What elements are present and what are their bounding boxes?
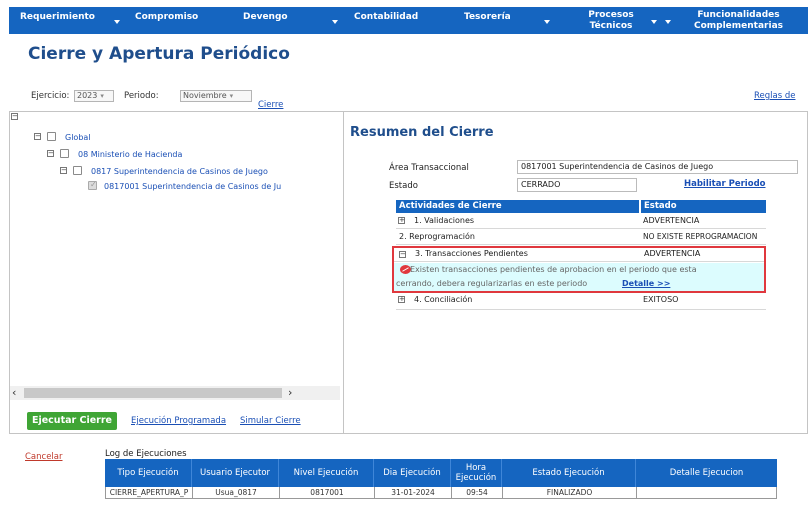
chevron-down-icon xyxy=(544,20,550,24)
collapse-icon[interactable]: − xyxy=(47,150,54,157)
activity-status: NO EXISTE REPROGRAMACION xyxy=(643,232,758,241)
nav-tesoreria[interactable]: Tesorería xyxy=(464,7,554,34)
estado-value: CERRADO xyxy=(517,178,637,192)
chevron-right-icon[interactable]: › xyxy=(288,386,292,400)
activity-row[interactable]: − 3. Transacciones Pendientes ADVERTENCI… xyxy=(394,248,764,262)
nav-label: Contabilidad xyxy=(354,12,419,22)
activity-row[interactable]: 2. Reprogramación NO EXISTE REPROGRAMACI… xyxy=(396,230,766,245)
tree-checkbox-global[interactable] xyxy=(47,132,56,141)
chevron-down-icon: ▾ xyxy=(100,92,104,100)
log-cell: 0817001 xyxy=(280,487,375,499)
tree-checkbox-superintendencia[interactable] xyxy=(73,166,82,175)
nav-label: Devengo xyxy=(243,12,288,22)
activity-status: ADVERTENCIA xyxy=(643,216,700,225)
log-cell: FINALIZADO xyxy=(503,487,637,499)
ejercicio-select[interactable]: 2023 ▾ xyxy=(74,90,114,102)
chevron-down-icon: ▾ xyxy=(229,92,234,100)
scrollbar-thumb[interactable] xyxy=(24,388,282,398)
log-cell xyxy=(637,487,776,499)
page-title: Cierre y Apertura Periódico xyxy=(28,44,290,64)
nav-procesos-tecnicos[interactable]: Procesos Técnicos xyxy=(561,7,661,34)
log-cell: 09:54 xyxy=(452,487,503,499)
tree-node-superintendencia[interactable]: 0817 Superintendencia de Casinos de Jueg… xyxy=(91,167,268,176)
nav-contabilidad[interactable]: Contabilidad xyxy=(354,7,454,34)
expand-icon[interactable]: + xyxy=(398,217,405,224)
habilitar-periodo-link[interactable]: Habilitar Periodo xyxy=(684,179,766,189)
nav-label: Requerimiento xyxy=(20,12,95,22)
chevron-down-icon xyxy=(332,20,338,24)
collapse-icon[interactable]: − xyxy=(34,133,41,140)
collapse-all-icon[interactable]: − xyxy=(11,113,18,120)
nav-label: Compromiso xyxy=(135,12,199,22)
nav-compromiso[interactable]: Compromiso xyxy=(135,7,215,34)
nav-requerimiento[interactable]: Requerimiento xyxy=(20,7,120,34)
activity-status: EXITOSO xyxy=(643,295,679,304)
tree-node-ministerio[interactable]: 08 Ministerio de Hacienda xyxy=(78,150,182,159)
expand-icon[interactable]: + xyxy=(398,296,405,303)
horizontal-scrollbar[interactable]: ‹ › xyxy=(10,386,340,400)
collapse-icon[interactable]: − xyxy=(399,251,406,258)
activity-name: 3. Transacciones Pendientes xyxy=(415,249,528,258)
cancelar-link[interactable]: Cancelar xyxy=(25,452,63,462)
detalle-link[interactable]: Detalle >> xyxy=(622,279,670,288)
log-col-nivel: Nivel Ejecución xyxy=(279,459,374,487)
ejecucion-programada-link[interactable]: Ejecución Programada xyxy=(131,416,226,426)
ejecutar-cierre-button[interactable]: Ejecutar Cierre xyxy=(27,412,117,430)
log-header-row: Tipo Ejecución Usuario Ejecutor Nivel Ej… xyxy=(105,459,777,487)
nav-label: Procesos Técnicos xyxy=(588,10,634,31)
log-col-hora: Hora Ejecución xyxy=(451,459,502,487)
chevron-down-icon xyxy=(114,20,120,24)
activity-row[interactable]: + 4. Conciliación EXITOSO xyxy=(396,295,766,310)
tree-checkbox-ministerio[interactable] xyxy=(60,149,69,158)
activity-name: 1. Validaciones xyxy=(414,216,475,225)
periodo-label: Periodo: xyxy=(124,91,159,101)
tree-checkbox-0817001[interactable] xyxy=(88,180,97,190)
chevron-left-icon[interactable]: ‹ xyxy=(12,386,16,400)
pending-transactions-highlight: − 3. Transacciones Pendientes ADVERTENCI… xyxy=(392,246,766,293)
col-header-estado: Estado xyxy=(641,200,766,213)
cierre-link[interactable]: Cierre xyxy=(258,100,283,110)
tree-node-global[interactable]: Global xyxy=(65,133,91,142)
log-col-tipo: Tipo Ejecución xyxy=(105,459,192,487)
ejercicio-value: 2023 xyxy=(77,91,98,100)
activity-name: 2. Reprogramación xyxy=(399,232,475,241)
tree-node-0817001[interactable]: 0817001 Superintendencia de Casinos de J… xyxy=(104,182,281,191)
collapse-icon[interactable]: − xyxy=(60,167,67,174)
nav-funcionalidades[interactable]: Funcionalidades Complementarias xyxy=(665,7,808,34)
pending-message-line1: Existen transacciones pendientes de apro… xyxy=(410,265,697,274)
col-header-actividades: Actividades de Cierre xyxy=(396,200,639,213)
log-title: Log de Ejecuciones xyxy=(105,449,187,459)
log-col-detalle: Detalle Ejecucion xyxy=(669,468,744,478)
nav-label: Tesorería xyxy=(464,12,511,22)
log-col-estado: Estado Ejecución xyxy=(502,459,636,487)
log-row[interactable]: CIERRE_APERTURA_P Usua_0817 0817001 31-0… xyxy=(105,487,777,499)
log-table: Tipo Ejecución Usuario Ejecutor Nivel Ej… xyxy=(105,459,777,499)
chevron-down-icon xyxy=(651,20,657,24)
log-col-usuario: Usuario Ejecutor xyxy=(192,459,279,487)
periodo-select[interactable]: Noviembre ▾ xyxy=(180,90,252,102)
reglas-link[interactable]: Reglas de xyxy=(754,91,795,101)
log-cell: 31-01-2024 xyxy=(375,487,452,499)
periodo-value: Noviembre xyxy=(183,91,227,100)
log-col-dia: Dia Ejecución xyxy=(374,459,451,487)
ejercicio-label: Ejercicio: xyxy=(31,91,70,101)
pending-message-box: Existen transacciones pendientes de apro… xyxy=(394,263,764,291)
activity-row[interactable]: + 1. Validaciones ADVERTENCIA xyxy=(396,214,766,229)
nav-label: Funcionalidades Complementarias xyxy=(693,10,783,31)
activity-status: ADVERTENCIA xyxy=(644,249,701,258)
log-cell: CIERRE_APERTURA_P xyxy=(106,487,193,499)
top-nav-bar: Requerimiento Compromiso Devengo Contabi… xyxy=(9,7,808,34)
summary-title: Resumen del Cierre xyxy=(350,125,494,140)
simular-cierre-link[interactable]: Simular Cierre xyxy=(240,416,301,426)
estado-label: Estado xyxy=(389,181,418,191)
pending-message-line2: cerrando, debera regularizarlas en este … xyxy=(396,279,588,288)
area-value: 0817001 Superintendencia de Casinos de J… xyxy=(517,160,798,174)
chevron-down-icon xyxy=(665,20,671,24)
area-label: Área Transaccional xyxy=(389,163,469,173)
nav-devengo[interactable]: Devengo xyxy=(243,7,338,34)
activity-name: 4. Conciliación xyxy=(414,295,473,304)
log-cell: Usua_0817 xyxy=(193,487,280,499)
